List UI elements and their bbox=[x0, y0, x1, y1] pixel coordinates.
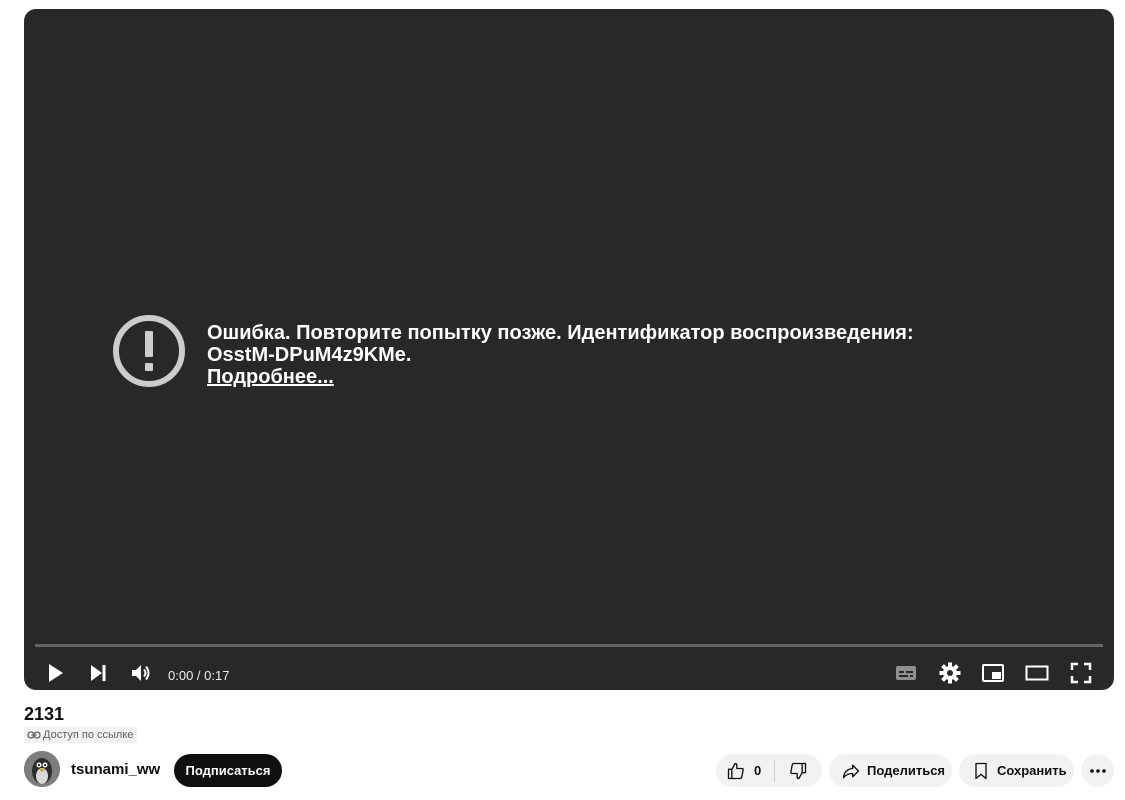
error-message: Ошибка. Повторите попытку позже. Идентиф… bbox=[207, 322, 914, 366]
channel-avatar[interactable] bbox=[24, 751, 60, 787]
player-controls: 0:00 / 0:17 bbox=[24, 649, 1114, 690]
play-button[interactable] bbox=[37, 655, 73, 690]
save-button[interactable]: Сохранить bbox=[959, 754, 1074, 787]
next-icon bbox=[91, 665, 106, 681]
subscribe-button[interactable]: Подписаться bbox=[174, 754, 282, 787]
bookmark-icon bbox=[975, 762, 987, 779]
progress-bar[interactable] bbox=[35, 644, 1103, 647]
theater-mode-icon bbox=[1025, 665, 1049, 681]
error-message-container: Ошибка. Повторите попытку позже. Идентиф… bbox=[207, 322, 977, 388]
access-label: Доступ по ссылке bbox=[43, 729, 134, 741]
theater-mode-button[interactable] bbox=[1019, 655, 1055, 690]
error-panel: Ошибка. Повторите попытку позже. Идентиф… bbox=[112, 314, 972, 404]
dislike-button[interactable] bbox=[775, 754, 821, 787]
fullscreen-button[interactable] bbox=[1063, 655, 1099, 690]
settings-icon bbox=[939, 662, 961, 684]
miniplayer-icon bbox=[982, 664, 1004, 682]
learn-more-link[interactable]: Подробнее... bbox=[207, 366, 334, 388]
volume-icon bbox=[132, 665, 150, 681]
share-icon bbox=[842, 764, 860, 778]
next-button[interactable] bbox=[80, 655, 116, 690]
more-horizontal-icon bbox=[1089, 768, 1106, 773]
share-label: Поделиться bbox=[867, 763, 946, 778]
like-count: 0 bbox=[754, 763, 762, 778]
more-actions-button[interactable] bbox=[1081, 754, 1114, 787]
share-button[interactable]: Поделиться bbox=[829, 754, 952, 787]
exclamation-circle-icon bbox=[113, 315, 185, 387]
thumbs-down-icon bbox=[790, 762, 807, 779]
channel-name[interactable]: tsunami_ww bbox=[71, 761, 160, 778]
play-icon bbox=[49, 664, 63, 682]
fullscreen-icon bbox=[1070, 662, 1092, 684]
video-player[interactable]: Ошибка. Повторите попытку позже. Идентиф… bbox=[24, 9, 1114, 690]
miniplayer-button[interactable] bbox=[975, 655, 1011, 690]
time-display: 0:00 / 0:17 bbox=[168, 668, 230, 683]
video-title: 2131 bbox=[24, 704, 65, 724]
thumbs-up-icon bbox=[727, 762, 744, 779]
volume-button[interactable] bbox=[123, 655, 159, 690]
subtitles-button[interactable] bbox=[888, 655, 924, 690]
avatar-image bbox=[24, 751, 60, 787]
like-dislike-group: 0 bbox=[716, 754, 822, 787]
save-label: Сохранить bbox=[997, 763, 1067, 778]
like-button[interactable]: 0 bbox=[716, 754, 774, 787]
subtitles-icon bbox=[896, 666, 916, 680]
link-icon bbox=[27, 731, 41, 739]
access-badge: Доступ по ссылке bbox=[24, 727, 138, 743]
settings-button[interactable] bbox=[932, 655, 968, 690]
